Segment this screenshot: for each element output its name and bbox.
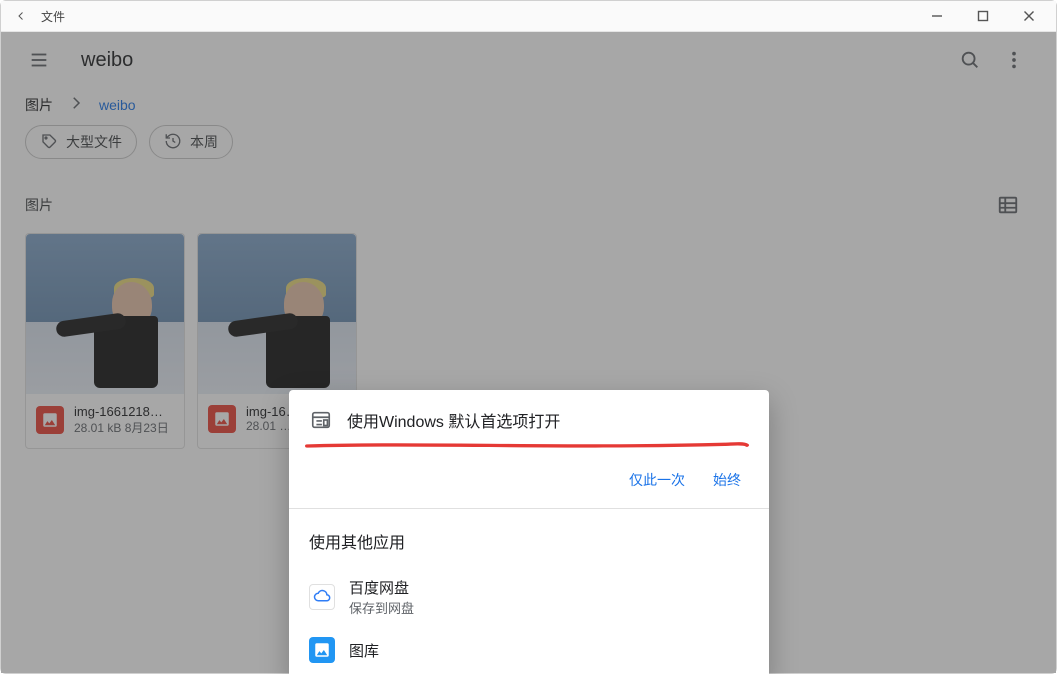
window-title: 文件 [41,8,65,25]
open-with-dialog: 使用Windows 默认首选项打开 仅此一次 始终 使用其他应用 [289,390,769,674]
titlebar: 文件 [1,1,1056,32]
dialog-header[interactable]: 使用Windows 默认首选项打开 [289,390,769,438]
app-option-gallery[interactable]: 图库 [289,627,769,673]
dialog-actions: 仅此一次 始终 [289,456,769,508]
app-sub: 保存到网盘 [349,598,414,617]
just-once-button[interactable]: 仅此一次 [629,470,685,490]
window-close-button[interactable] [1006,1,1052,31]
app-name: 图库 [349,640,379,661]
always-button[interactable]: 始终 [713,470,741,490]
app-option-baidu[interactable]: 百度网盘 保存到网盘 [289,567,769,627]
window-minimize-button[interactable] [914,1,960,31]
app-name: 百度网盘 [349,577,414,598]
content-area: weibo 图片 weibo 大型文件 [1,32,1056,673]
baidu-netdisk-icon [309,584,335,610]
window: 文件 weibo 图片 [0,0,1057,674]
window-maximize-button[interactable] [960,1,1006,31]
news-icon [309,408,333,432]
other-apps-list: 百度网盘 保存到网盘 图库 [289,559,769,674]
gallery-icon [309,637,335,663]
dialog-title: 使用Windows 默认首选项打开 [347,408,560,432]
back-button[interactable] [5,1,37,31]
annotation-underline [303,438,751,448]
other-apps-label: 使用其他应用 [289,509,769,559]
